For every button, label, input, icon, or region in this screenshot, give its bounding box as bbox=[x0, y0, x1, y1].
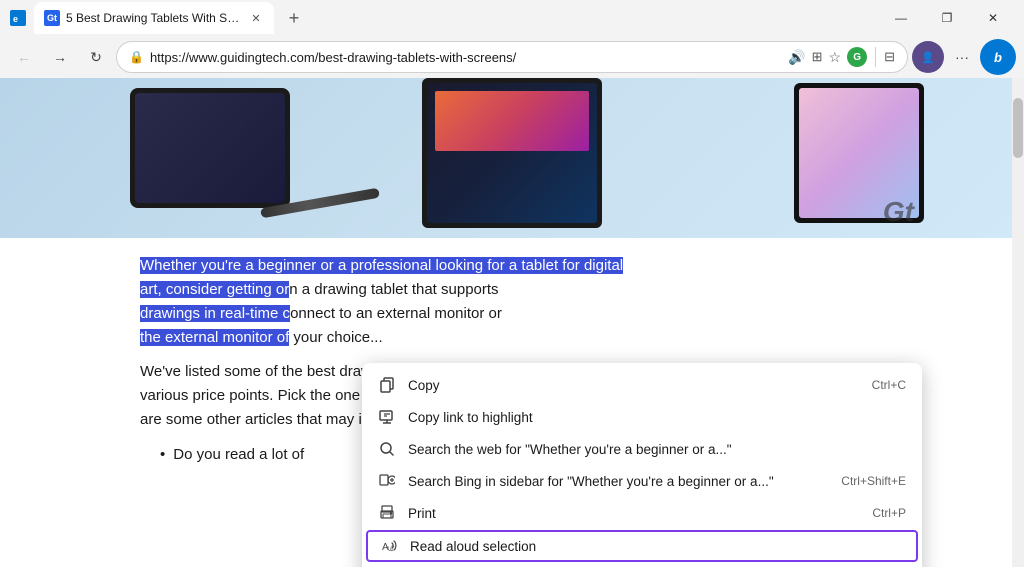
paragraph-1: Whether you're a beginner or a professio… bbox=[140, 254, 860, 350]
address-text: https://www.guidingtech.com/best-drawing… bbox=[150, 50, 782, 65]
copy-label: Copy bbox=[408, 378, 860, 393]
bing-button[interactable]: b bbox=[980, 39, 1016, 75]
grammarly-icon[interactable]: G bbox=[847, 47, 867, 67]
maximize-button[interactable]: ❐ bbox=[924, 2, 970, 34]
menu-item-copy[interactable]: Copy Ctrl+C bbox=[362, 369, 922, 401]
print-icon bbox=[378, 504, 396, 522]
lock-icon: 🔒 bbox=[129, 50, 144, 64]
search-bing-shortcut: Ctrl+Shift+E bbox=[841, 474, 906, 488]
copy-link-label: Copy link to highlight bbox=[408, 410, 906, 425]
normal-text-2: n a drawing tablet that supports bbox=[289, 281, 498, 298]
copy-icon bbox=[378, 376, 396, 394]
scrollbar-thumb[interactable] bbox=[1013, 98, 1023, 158]
search-bing-label: Search Bing in sidebar for "Whether you'… bbox=[408, 474, 829, 489]
menu-item-immersive[interactable]: Open selection in Immersive Reader bbox=[362, 563, 922, 567]
forward-button[interactable]: → bbox=[44, 41, 76, 73]
read-aloud-label: Read aloud selection bbox=[410, 539, 904, 554]
bullet-text: Do you read a lot of bbox=[173, 444, 304, 467]
title-bar: e Gt 5 Best Drawing Tablets With Scre ✕ … bbox=[0, 0, 1024, 36]
title-bar-left: e Gt 5 Best Drawing Tablets With Scre ✕ … bbox=[8, 2, 308, 34]
tablet-center bbox=[422, 78, 602, 228]
bullet-dot: • bbox=[160, 444, 165, 467]
copy-shortcut: Ctrl+C bbox=[872, 378, 906, 392]
minimize-button[interactable]: — bbox=[878, 2, 924, 34]
scrollbar[interactable] bbox=[1012, 78, 1024, 567]
highlighted-text-line1: Whether you're a beginner or a professio… bbox=[140, 257, 623, 274]
tab-title: 5 Best Drawing Tablets With Scre bbox=[66, 11, 242, 25]
copy-link-icon bbox=[378, 408, 396, 426]
menu-item-print[interactable]: Print Ctrl+P bbox=[362, 497, 922, 529]
address-bar[interactable]: 🔒 https://www.guidingtech.com/best-drawi… bbox=[116, 41, 908, 73]
content-area: Gt Whether you're a beginner or a profes… bbox=[0, 78, 1024, 567]
menu-item-search-web[interactable]: Search the web for "Whether you're a beg… bbox=[362, 433, 922, 465]
profile-button[interactable]: 👤 bbox=[912, 41, 944, 73]
tablet-left bbox=[130, 88, 290, 208]
nav-bar: ← → ↻ 🔒 https://www.guidingtech.com/best… bbox=[0, 36, 1024, 78]
highlighted-text-line2: art, consider getting or bbox=[140, 281, 289, 298]
svg-text:e: e bbox=[13, 14, 18, 24]
print-label: Print bbox=[408, 506, 860, 521]
nav-tools: 👤 ··· b bbox=[912, 39, 1016, 75]
read-aloud-icon[interactable]: 🔊 bbox=[788, 49, 805, 66]
refresh-button[interactable]: ↻ bbox=[80, 41, 112, 73]
close-button[interactable]: ✕ bbox=[970, 2, 1016, 34]
sidebar-icon[interactable]: ⊟ bbox=[884, 49, 895, 65]
tab-favicon: Gt bbox=[44, 10, 60, 26]
hero-image: Gt bbox=[0, 78, 1024, 238]
tab-close-button[interactable]: ✕ bbox=[248, 10, 264, 26]
search-web-label: Search the web for "Whether you're a beg… bbox=[408, 442, 906, 457]
highlighted-text-line4: the external monitor of bbox=[140, 329, 289, 346]
normal-text-4: your choice... bbox=[289, 329, 382, 346]
svg-text:᭙: ᭙ bbox=[387, 544, 395, 553]
settings-button[interactable]: ··· bbox=[946, 41, 978, 73]
search-web-icon bbox=[378, 440, 396, 458]
highlighted-text-line3: drawings in real-time c bbox=[140, 305, 290, 322]
print-shortcut: Ctrl+P bbox=[872, 506, 906, 520]
search-bing-icon bbox=[378, 472, 396, 490]
context-menu: Copy Ctrl+C Copy link to highlight bbox=[362, 363, 922, 567]
read-aloud-icon: A ᭙ bbox=[380, 537, 398, 555]
browser-icon: e bbox=[8, 8, 28, 28]
menu-item-read-aloud[interactable]: A ᭙ Read aloud selection bbox=[366, 530, 918, 562]
new-tab-button[interactable]: + bbox=[280, 4, 308, 32]
normal-text-3: onnect to an external monitor or bbox=[290, 305, 502, 322]
window-controls: — ❐ ✕ bbox=[878, 2, 1016, 34]
collections-icon[interactable]: ⊞ bbox=[812, 49, 823, 65]
browser-tab[interactable]: Gt 5 Best Drawing Tablets With Scre ✕ bbox=[34, 2, 274, 34]
gt-logo: Gt bbox=[883, 196, 914, 228]
back-button[interactable]: ← bbox=[8, 41, 40, 73]
favorites-icon[interactable]: ☆ bbox=[829, 49, 842, 66]
menu-item-search-bing[interactable]: Search Bing in sidebar for "Whether you'… bbox=[362, 465, 922, 497]
menu-item-copy-link[interactable]: Copy link to highlight bbox=[362, 401, 922, 433]
divider bbox=[875, 47, 876, 67]
